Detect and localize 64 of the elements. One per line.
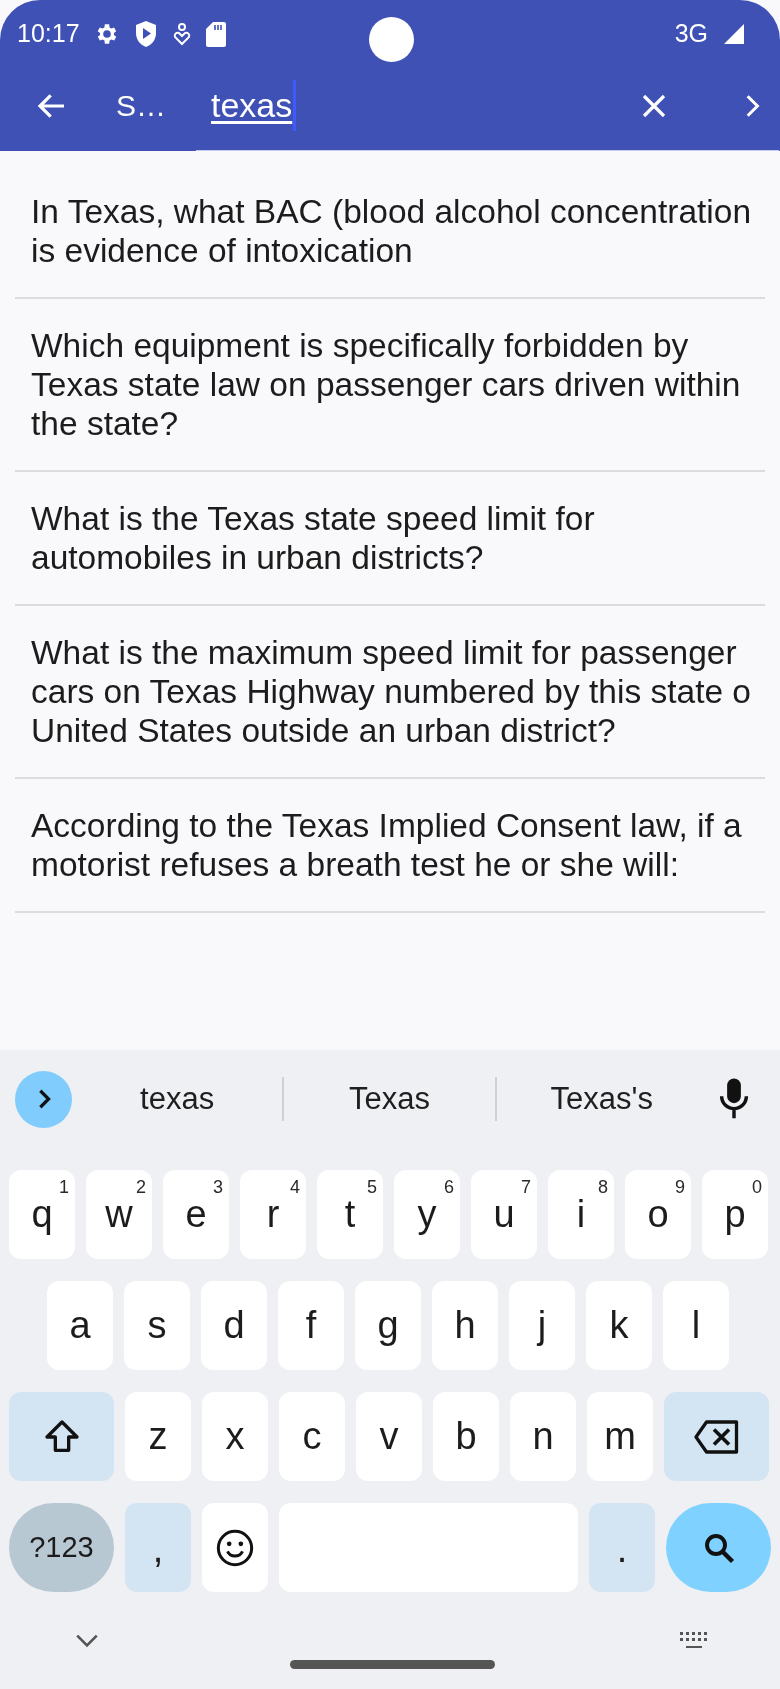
gesture-handle[interactable]: [290, 1660, 495, 1669]
number-hint: 2: [136, 1178, 146, 1196]
keyboard-key[interactable]: h: [432, 1281, 498, 1370]
heart-person-icon: [171, 22, 192, 46]
keyboard-key[interactable]: u 7: [471, 1170, 537, 1259]
search-result[interactable]: In Texas, what BAC (blood alcohol concentration is evidence of intoxication: [15, 165, 765, 297]
microphone-icon[interactable]: [717, 1077, 751, 1121]
number-hint: 3: [213, 1178, 223, 1196]
shift-key[interactable]: [9, 1392, 114, 1481]
smiley-icon: [215, 1527, 255, 1568]
signal-icon: [722, 22, 746, 46]
keyboard-key[interactable]: l: [663, 1281, 729, 1370]
network-type: 3G: [674, 18, 708, 50]
keyboard-key[interactable]: .: [589, 1503, 655, 1592]
backspace-key[interactable]: [664, 1392, 769, 1481]
keyboard-key[interactable]: s: [124, 1281, 190, 1370]
sd-card-icon: [205, 21, 226, 47]
keyboard-key[interactable]: q 1: [9, 1170, 75, 1259]
emoji-key[interactable]: [202, 1503, 268, 1592]
search-result[interactable]: What is the maximum speed limit for passenger cars on Texas Highway numbered by this state o United States outside an urban district?: [15, 606, 765, 777]
word-suggestion[interactable]: texas: [72, 1074, 283, 1124]
keyboard-key[interactable]: i 8: [548, 1170, 614, 1259]
keyboard-key[interactable]: ,: [125, 1503, 191, 1592]
keyboard-key[interactable]: o 9: [625, 1170, 691, 1259]
keyboard-key[interactable]: v: [356, 1392, 422, 1481]
keyboard-key[interactable]: g: [355, 1281, 421, 1370]
keyboard-key[interactable]: e 3: [163, 1170, 229, 1259]
keyboard-key[interactable]: f: [278, 1281, 344, 1370]
clock-time: 10:17: [17, 18, 80, 50]
search-result[interactable]: What is the Texas state speed limit for automobiles in urban districts?: [15, 472, 765, 604]
keyboard-key[interactable]: j: [509, 1281, 575, 1370]
keyboard-key[interactable]: m: [587, 1392, 653, 1481]
keyboard-key[interactable]: a: [47, 1281, 113, 1370]
keyboard-key[interactable]: k: [586, 1281, 652, 1370]
keyboard-key[interactable]: y 6: [394, 1170, 460, 1259]
number-hint: 1: [59, 1178, 69, 1196]
suggestions-toggle[interactable]: [15, 1070, 72, 1128]
screen-title: S…: [116, 88, 167, 124]
search-result[interactable]: Which equipment is specifically forbidden by Texas state law on passenger cars driven within the state?: [15, 299, 765, 470]
keyboard-key[interactable]: t 5: [317, 1170, 383, 1259]
backspace-icon: [692, 1418, 741, 1455]
search-field[interactable]: texas: [196, 60, 779, 151]
keyboard-key[interactable]: w 2: [86, 1170, 152, 1259]
keyboard-key[interactable]: r 4: [240, 1170, 306, 1259]
number-hint: 5: [367, 1178, 377, 1196]
number-hint: 6: [444, 1178, 454, 1196]
keyboard-key[interactable]: n: [510, 1392, 576, 1481]
word-suggestion[interactable]: Texas: [284, 1074, 495, 1124]
keyboard-key[interactable]: z: [125, 1392, 191, 1481]
keyboard-key[interactable]: d: [201, 1281, 267, 1370]
symbols-key[interactable]: ?123: [9, 1503, 114, 1592]
camera-cutout: [369, 17, 414, 62]
number-hint: 7: [521, 1178, 531, 1196]
shield-icon: [133, 20, 158, 48]
number-hint: 0: [752, 1178, 762, 1196]
keyboard-key[interactable]: c: [279, 1392, 345, 1481]
number-hint: 9: [675, 1178, 685, 1196]
number-hint: 4: [290, 1178, 300, 1196]
number-hint: 8: [598, 1178, 608, 1196]
search-result[interactable]: According to the Texas Implied Consent law, if a motorist refuses a breath test he or she will:: [15, 779, 765, 911]
keyboard-key[interactable]: b: [433, 1392, 499, 1481]
word-suggestion[interactable]: Texas's: [496, 1074, 707, 1124]
keyboard-key[interactable]: x: [202, 1392, 268, 1481]
keyboard-key[interactable]: p 0: [702, 1170, 768, 1259]
